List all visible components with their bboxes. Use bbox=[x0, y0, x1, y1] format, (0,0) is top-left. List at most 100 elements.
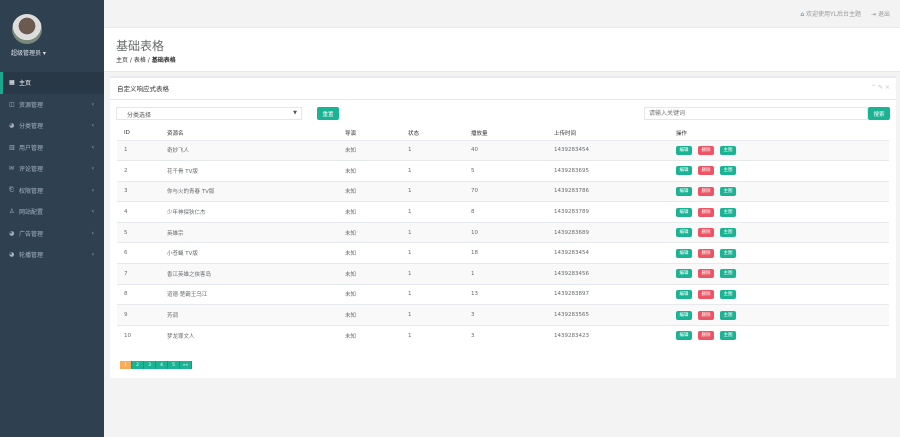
sidebar-item[interactable]: ◕ 轮播管理 ‹ bbox=[0, 244, 104, 266]
table-cell: 1439283789 bbox=[547, 201, 669, 223]
sidebar-item[interactable]: ♙ 网站配置 ‹ bbox=[0, 201, 104, 223]
crumb-home[interactable]: 主页 bbox=[116, 57, 128, 64]
menu-icon: ▥ bbox=[9, 143, 15, 151]
main-image-button[interactable]: 主图 bbox=[720, 248, 736, 258]
edit-button[interactable]: 编辑 bbox=[676, 248, 692, 258]
delete-button[interactable]: 删除 bbox=[698, 186, 714, 196]
table-cell: 5 bbox=[117, 221, 160, 243]
menu-icon: ◕ bbox=[9, 251, 15, 259]
collapse-icon[interactable]: ⌃ bbox=[871, 84, 876, 91]
table-cell: 未知 bbox=[338, 221, 401, 243]
table-cell: 6 bbox=[117, 242, 160, 264]
sidebar-item-label: 分类管理 bbox=[19, 123, 44, 131]
page-button[interactable]: 1 bbox=[120, 361, 132, 369]
data-table: ID 资源名 导演 状态 播放量 上传时间 操作 1 奇妙飞人 未知 1 40 1439283454 编… bbox=[117, 126, 889, 346]
table-cell: 梦龙罪文人 bbox=[160, 324, 338, 346]
delete-button[interactable]: 删除 bbox=[698, 269, 714, 279]
page-button[interactable]: 4 bbox=[156, 361, 168, 369]
table-cell: 7 bbox=[117, 263, 160, 285]
table-row: 10 梦龙罪文人 未知 1 3 1439283423 编辑 删除 主图 bbox=[117, 324, 889, 346]
actions-cell: 编辑 删除 主图 bbox=[669, 221, 889, 243]
close-icon[interactable]: × bbox=[885, 84, 890, 91]
table-row: 4 少年神探狄仁杰 未知 1 8 1439283789 编辑 删除 主图 bbox=[117, 201, 889, 223]
main-image-button[interactable]: 主图 bbox=[720, 310, 736, 320]
table-cell: 香江英雄之侠客岛 bbox=[160, 263, 338, 285]
edit-button[interactable]: 编辑 bbox=[676, 166, 692, 176]
page-button[interactable]: 2 bbox=[132, 361, 144, 369]
edit-button[interactable]: 编辑 bbox=[676, 310, 692, 320]
delete-button[interactable]: 删除 bbox=[698, 207, 714, 217]
menu-icon: ◕ bbox=[9, 122, 15, 130]
delete-button[interactable]: 删除 bbox=[698, 166, 714, 176]
actions-cell: 编辑 删除 主图 bbox=[669, 139, 889, 161]
crumb-tables[interactable]: 表格 bbox=[134, 57, 146, 64]
main-image-button[interactable]: 主图 bbox=[720, 269, 736, 279]
edit-button[interactable]: 编辑 bbox=[676, 289, 692, 299]
sidebar-item[interactable]: ✉ 评论管理 ‹ bbox=[0, 158, 104, 180]
table-cell: 1439283454 bbox=[547, 139, 669, 161]
main-image-button[interactable]: 主图 bbox=[720, 166, 736, 176]
sidebar: 超级管理员 ▾ ▦ 主页 ◫ 资源管理 ‹ ◕ 分类管理 ‹ ▥ 用户管理 ‹ ✉ 评论管理 ‹ ⎗ 权限管理… bbox=[0, 0, 104, 437]
category-select[interactable]: 分类选择 ▼ bbox=[116, 107, 302, 120]
delete-button[interactable]: 删除 bbox=[698, 331, 714, 341]
main-image-button[interactable]: 主图 bbox=[720, 331, 736, 341]
table-cell: 70 bbox=[464, 180, 547, 202]
table-cell: 道德·楚霸王乌江 bbox=[160, 283, 338, 305]
actions-cell: 编辑 删除 主图 bbox=[669, 283, 889, 305]
welcome-link[interactable]: ⌂ 欢迎使用YL后台主题 bbox=[800, 9, 861, 18]
table-cell: 小苍蝇 TV版 bbox=[160, 242, 338, 264]
table-row: 2 花千骨 TV版 未知 1 5 1439283695 编辑 删除 主图 bbox=[117, 160, 889, 182]
table-cell: 1439283454 bbox=[547, 242, 669, 264]
reset-button[interactable]: 重置 bbox=[317, 107, 339, 120]
table-cell: 1 bbox=[401, 201, 464, 223]
sidebar-item[interactable]: ⎗ 权限管理 ‹ bbox=[0, 180, 104, 202]
signout-icon: ⇥ bbox=[871, 11, 878, 18]
edit-button[interactable]: 编辑 bbox=[676, 228, 692, 238]
table-cell: 未知 bbox=[338, 304, 401, 326]
menu-icon: ✉ bbox=[9, 165, 15, 173]
panel-title: 自定义响应式表格 bbox=[110, 78, 896, 100]
table-cell: 5 bbox=[464, 160, 547, 182]
column-header: 资源名 bbox=[160, 126, 338, 141]
wrench-icon[interactable]: ✎ bbox=[878, 84, 883, 91]
sidebar-item[interactable]: ▦ 主页 bbox=[0, 72, 104, 94]
main-image-button[interactable]: 主图 bbox=[720, 289, 736, 299]
main-image-button[interactable]: 主图 bbox=[720, 228, 736, 238]
delete-button[interactable]: 删除 bbox=[698, 248, 714, 258]
chevron-left-icon: ‹ bbox=[91, 208, 94, 216]
main-image-button[interactable]: 主图 bbox=[720, 207, 736, 217]
avatar[interactable] bbox=[12, 14, 42, 44]
delete-button[interactable]: 删除 bbox=[698, 310, 714, 320]
table-cell: 1 bbox=[464, 263, 547, 285]
edit-button[interactable]: 编辑 bbox=[676, 269, 692, 279]
delete-button[interactable]: 删除 bbox=[698, 145, 714, 155]
delete-button[interactable]: 删除 bbox=[698, 289, 714, 299]
actions-cell: 编辑 删除 主图 bbox=[669, 242, 889, 264]
search-button[interactable]: 搜索 bbox=[868, 107, 890, 120]
column-header: 导演 bbox=[338, 126, 401, 141]
sidebar-item-label: 资源管理 bbox=[19, 101, 44, 109]
main-image-button[interactable]: 主图 bbox=[720, 186, 736, 196]
edit-button[interactable]: 编辑 bbox=[676, 207, 692, 217]
edit-button[interactable]: 编辑 bbox=[676, 145, 692, 155]
sidebar-item-label: 用户管理 bbox=[19, 144, 44, 152]
page-title: 基础表格 bbox=[116, 39, 165, 53]
main-image-button[interactable]: 主图 bbox=[720, 145, 736, 155]
page-button[interactable]: 5 bbox=[168, 361, 180, 369]
sidebar-item[interactable]: ◫ 资源管理 ‹ bbox=[0, 94, 104, 116]
table-cell: 40 bbox=[464, 139, 547, 161]
menu-icon: ◫ bbox=[9, 100, 15, 108]
sidebar-item[interactable]: ◕ 分类管理 ‹ bbox=[0, 115, 104, 137]
logout-link[interactable]: ⇥ 退出 bbox=[871, 9, 890, 18]
delete-button[interactable]: 删除 bbox=[698, 228, 714, 238]
edit-button[interactable]: 编辑 bbox=[676, 331, 692, 341]
search-input[interactable] bbox=[644, 107, 868, 120]
edit-button[interactable]: 编辑 bbox=[676, 186, 692, 196]
table-cell: 1 bbox=[117, 139, 160, 161]
page-button[interactable]: 3 bbox=[144, 361, 156, 369]
sidebar-item[interactable]: ▥ 用户管理 ‹ bbox=[0, 137, 104, 159]
user-menu[interactable]: 超级管理员 ▾ bbox=[11, 48, 46, 57]
sidebar-item-label: 轮播管理 bbox=[19, 252, 44, 260]
page-button[interactable]: »» bbox=[180, 361, 192, 369]
sidebar-item[interactable]: ◕ 广告管理 ‹ bbox=[0, 223, 104, 245]
